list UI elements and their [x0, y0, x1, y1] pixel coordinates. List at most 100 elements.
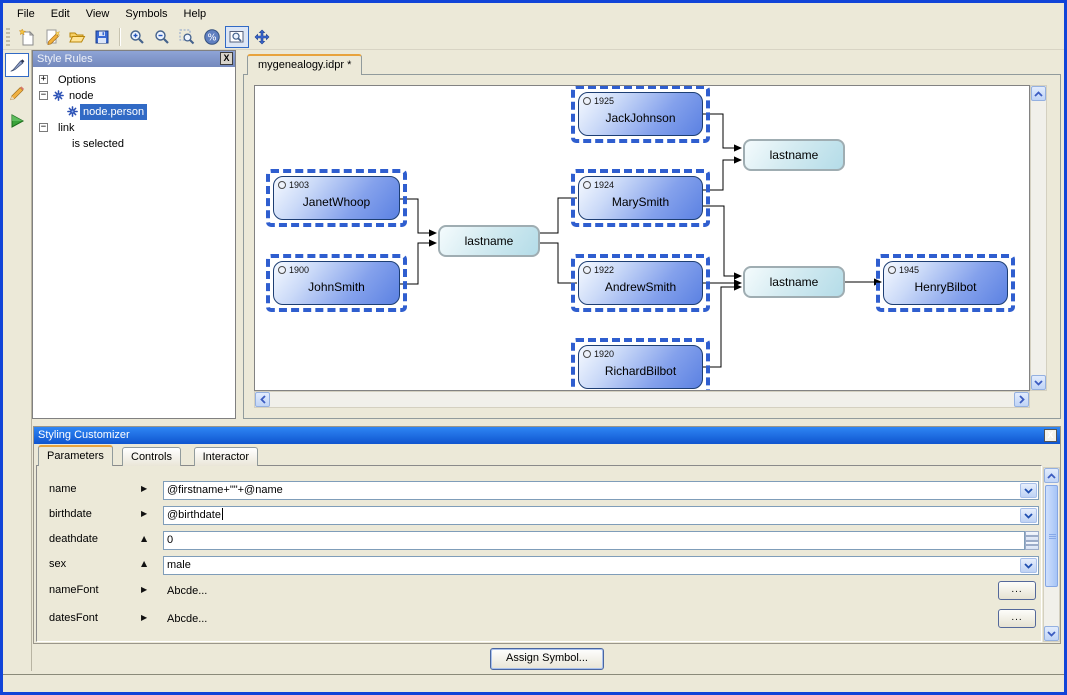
assign-symbol-button[interactable]: Assign Symbol... — [490, 648, 604, 670]
menu-file[interactable]: File — [9, 5, 43, 23]
collapse-icon[interactable]: − — [39, 123, 48, 132]
rule-gear-icon — [53, 90, 64, 101]
scroll-down-icon[interactable] — [1031, 375, 1046, 390]
canvas-hscrollbar[interactable] — [254, 391, 1030, 408]
customizer-vscrollbar[interactable] — [1043, 467, 1060, 642]
scroll-up-icon[interactable] — [1044, 468, 1059, 483]
diagram-canvas[interactable]: lastname lastname lastname 1925JackJohnson 1… — [254, 85, 1030, 391]
tab-interactor[interactable]: Interactor — [194, 447, 258, 466]
toolbar-separator — [119, 28, 121, 46]
wizard-icon[interactable] — [40, 26, 64, 48]
tree-item-node[interactable]: − node — [33, 88, 235, 104]
tree-item-label: Options — [55, 72, 99, 88]
person-name: RichardBilbot — [579, 354, 702, 388]
person-node[interactable]: 1903JanetWhoop — [273, 176, 400, 220]
style-rules-title: Style Rules — [37, 53, 93, 65]
menu-view[interactable]: View — [78, 5, 118, 23]
param-label-sex: sex — [49, 558, 66, 570]
tree-item-label: link — [55, 120, 78, 136]
close-icon[interactable]: X — [1044, 429, 1057, 442]
application-window: FileEditViewSymbolsHelp % — [0, 0, 1067, 695]
link-node[interactable]: lastname — [743, 266, 845, 298]
scroll-left-icon[interactable] — [255, 392, 270, 407]
link-node[interactable]: lastname — [743, 139, 845, 171]
font-picker-button[interactable]: ... — [998, 609, 1036, 628]
menu-symbols[interactable]: Symbols — [117, 5, 175, 23]
expand-arrow-icon[interactable]: ▶ — [141, 613, 147, 622]
person-name: JanetWhoop — [274, 185, 399, 219]
spinner-down-icon[interactable] — [1025, 541, 1039, 551]
overview-icon[interactable] — [225, 26, 249, 48]
scrollbar-thumb[interactable] — [1045, 485, 1058, 587]
param-label-datesfont: datesFont — [49, 612, 98, 624]
link-node[interactable]: lastname — [438, 225, 540, 257]
tree-item-node-person[interactable]: node.person — [33, 104, 235, 120]
save-icon[interactable] — [90, 26, 114, 48]
tab-controls[interactable]: Controls — [122, 447, 181, 466]
canvas-vscrollbar[interactable] — [1030, 85, 1047, 391]
brush-icon[interactable] — [5, 53, 29, 77]
person-node[interactable]: 1900JohnSmith — [273, 261, 400, 305]
dropdown-icon[interactable] — [1020, 508, 1037, 523]
styling-customizer-titlebar: Styling Customizer X — [34, 427, 1060, 444]
tab-parameters[interactable]: Parameters — [38, 445, 113, 466]
expand-arrow-icon[interactable]: ▶ — [141, 484, 147, 493]
scroll-up-icon[interactable] — [1031, 86, 1046, 101]
person-node[interactable]: 1945HenryBilbot — [883, 261, 1008, 305]
pencil-icon[interactable] — [5, 81, 29, 105]
status-bar — [3, 674, 1064, 694]
person-name: AndrewSmith — [579, 270, 702, 304]
param-field-name[interactable]: @firstname+""+@name — [163, 481, 1039, 500]
param-field-birthdate[interactable]: @birthdate — [163, 506, 1039, 525]
tree-item-label: node — [66, 88, 96, 104]
new-document-icon[interactable] — [15, 26, 39, 48]
zoom-in-icon[interactable] — [125, 26, 149, 48]
tree-item-is-selected[interactable]: is selected — [33, 136, 235, 152]
expand-arrow-icon[interactable]: ▶ — [141, 509, 147, 518]
spinner-up-icon[interactable] — [1025, 531, 1039, 541]
zoom-out-icon[interactable] — [150, 26, 174, 48]
menu-help[interactable]: Help — [176, 5, 215, 23]
tree-item-link[interactable]: −link — [33, 120, 235, 136]
expand-arrow-icon[interactable]: ▶ — [141, 585, 147, 594]
main-toolbar: % — [3, 24, 1064, 50]
dropdown-icon[interactable] — [1020, 483, 1037, 498]
param-label-namefont: nameFont — [49, 584, 99, 596]
person-node[interactable]: 1925JackJohnson — [578, 92, 703, 136]
styling-customizer-panel: Styling Customizer X name▶@firstname+""+… — [33, 426, 1061, 644]
tree-item-label: node.person — [80, 104, 147, 120]
person-node-body: 1922AndrewSmith — [578, 261, 703, 305]
dropdown-icon[interactable] — [1020, 558, 1037, 573]
styling-customizer-title: Styling Customizer — [38, 429, 130, 441]
toolbar-grip[interactable] — [6, 28, 10, 46]
collapse-arrow-icon[interactable]: ▲ — [141, 559, 147, 568]
side-toolbar — [3, 50, 32, 671]
tree-item-options[interactable]: + Options — [33, 72, 235, 88]
scroll-right-icon[interactable] — [1014, 392, 1029, 407]
param-field-sex[interactable]: male — [163, 556, 1039, 575]
font-picker-button[interactable]: ... — [998, 581, 1036, 600]
collapse-icon[interactable]: − — [39, 91, 48, 100]
pan-icon[interactable] — [250, 26, 274, 48]
person-node-body: 1945HenryBilbot — [883, 261, 1008, 305]
person-node[interactable]: 1920RichardBilbot — [578, 345, 703, 389]
collapse-arrow-icon[interactable]: ▲ — [141, 534, 147, 543]
zoom-percent-icon[interactable]: % — [200, 26, 224, 48]
person-node-body: 1900JohnSmith — [273, 261, 400, 305]
style-rules-tree: +Options−nodenode.person−linkis selected — [33, 67, 235, 152]
field-value: male — [167, 559, 191, 571]
open-folder-icon[interactable] — [65, 26, 89, 48]
close-icon[interactable]: X — [220, 52, 233, 65]
person-node-body: 1903JanetWhoop — [273, 176, 400, 220]
person-node[interactable]: 1922AndrewSmith — [578, 261, 703, 305]
spinner-control[interactable] — [1025, 531, 1039, 550]
menu-edit[interactable]: Edit — [43, 5, 78, 23]
run-icon[interactable] — [5, 109, 29, 133]
expand-icon[interactable]: + — [39, 75, 48, 84]
zoom-area-icon[interactable] — [175, 26, 199, 48]
param-field-deathdate[interactable]: 0 — [163, 531, 1025, 550]
scroll-down-icon[interactable] — [1044, 626, 1059, 641]
document-tab[interactable]: mygenealogy.idpr * — [247, 54, 362, 75]
person-name: HenryBilbot — [884, 270, 1007, 304]
person-node[interactable]: 1924MarySmith — [578, 176, 703, 220]
